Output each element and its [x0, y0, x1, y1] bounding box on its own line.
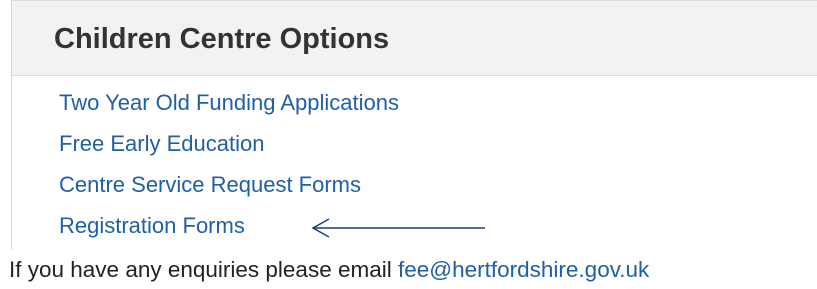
centre-service-request-forms-link[interactable]: Centre Service Request Forms [59, 172, 361, 197]
left-arrow-icon [311, 218, 485, 238]
two-year-old-funding-link[interactable]: Two Year Old Funding Applications [59, 90, 399, 115]
enquiries-footer: If you have any enquiries please email f… [9, 255, 649, 285]
list-item: Two Year Old Funding Applications [59, 85, 399, 126]
children-centre-options-panel: Children Centre Options Two Year Old Fun… [11, 0, 817, 250]
registration-forms-link[interactable]: Registration Forms [59, 213, 245, 238]
email-link[interactable]: fee@hertfordshire.gov.uk [398, 257, 649, 282]
panel-title: Children Centre Options [54, 23, 390, 55]
footer-prefix: If you have any enquiries please email [9, 257, 392, 282]
list-item: Free Early Education [59, 126, 399, 167]
panel-header: Children Centre Options [12, 0, 817, 76]
list-item: Centre Service Request Forms [59, 167, 399, 208]
free-early-education-link[interactable]: Free Early Education [59, 131, 264, 156]
